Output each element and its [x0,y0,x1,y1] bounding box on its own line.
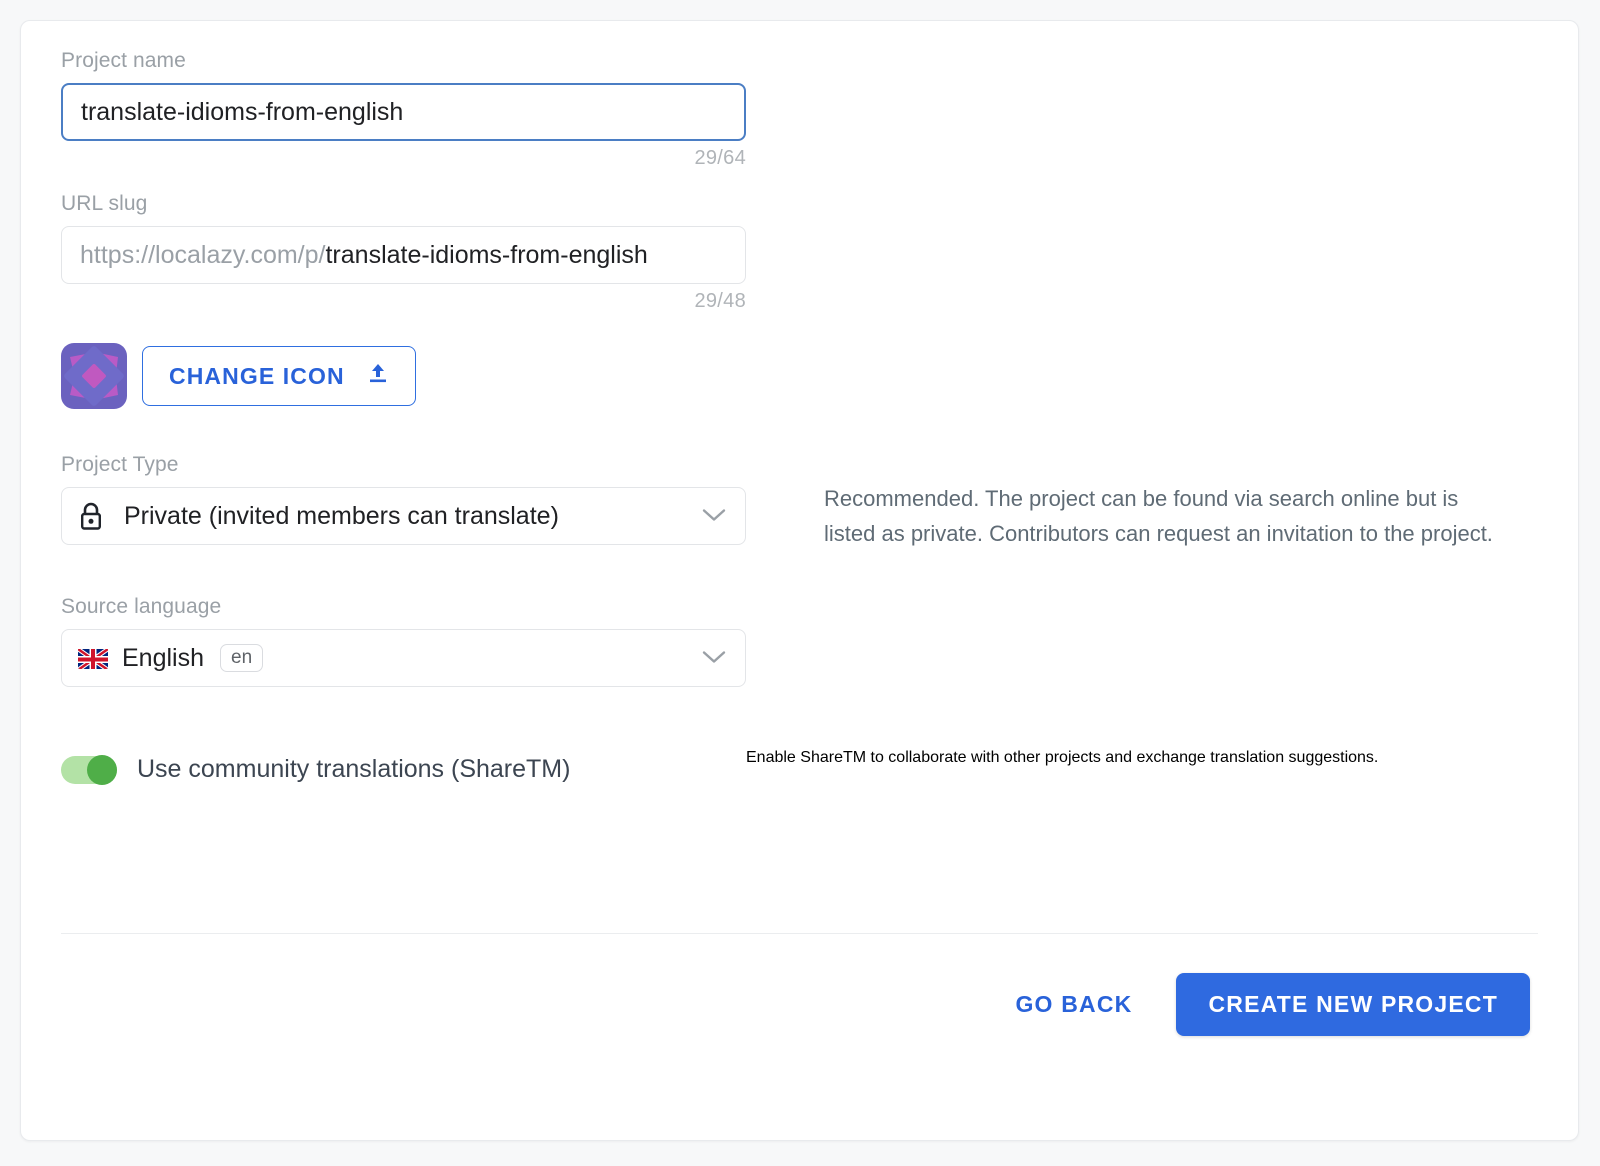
project-name-input[interactable]: translate-idioms-from-english [61,83,746,141]
sharetm-row: Use community translations (ShareTM) Ena… [61,749,1538,784]
url-slug-input[interactable]: https://localazy.com/p/translate-idioms-… [61,226,746,284]
project-name-counter: 29/64 [61,147,746,170]
project-form: Project name translate-idioms-from-engli… [61,49,1538,784]
source-language-value: English [122,644,204,673]
project-icon-preview [61,343,127,409]
go-back-button[interactable]: GO BACK [989,977,1158,1032]
uk-flag-icon [78,648,108,669]
footer-actions: GO BACK CREATE NEW PROJECT [989,973,1530,1036]
url-slug-prefix: https://localazy.com/p/ [80,241,325,270]
project-name-value: translate-idioms-from-english [81,98,403,127]
project-type-label: Project Type [61,453,746,477]
project-type-value: Private (invited members can translate) [124,502,559,531]
chevron-down-icon[interactable] [701,502,727,531]
project-icon-row: CHANGE ICON [61,343,1538,409]
project-name-field-group: Project name translate-idioms-from-engli… [61,49,1538,170]
sharetm-toggle-group: Use community translations (ShareTM) [61,749,746,784]
project-type-row: Project Type Private (invited members ca… [61,453,1538,551]
lock-icon [78,501,104,531]
source-language-label: Source language [61,595,746,619]
project-type-select[interactable]: Private (invited members can translate) [61,487,746,545]
change-icon-label: CHANGE ICON [169,363,345,390]
sharetm-toggle[interactable] [61,756,117,784]
source-language-field-group: Source language English [61,595,746,687]
create-new-project-button[interactable]: CREATE NEW PROJECT [1176,973,1530,1036]
sharetm-description: Enable ShareTM to collaborate with other… [746,749,1378,767]
source-language-select[interactable]: English en [61,629,746,687]
url-slug-label: URL slug [61,192,1538,216]
source-language-row: Source language English [61,595,1538,687]
create-project-card: Project name translate-idioms-from-engli… [20,20,1579,1141]
project-type-description: Recommended. The project can be found vi… [824,453,1504,551]
url-slug-field-group: URL slug https://localazy.com/p/translat… [61,192,1538,313]
sharetm-toggle-knob [87,755,117,785]
footer-divider [61,933,1538,934]
url-slug-value: translate-idioms-from-english [325,241,647,270]
upload-icon [367,362,389,390]
source-language-description [824,595,1504,687]
change-icon-button[interactable]: CHANGE ICON [142,346,416,406]
chevron-down-icon[interactable] [701,644,727,673]
url-slug-counter: 29/48 [61,290,746,313]
project-name-label: Project name [61,49,1538,73]
sharetm-label: Use community translations (ShareTM) [137,755,570,784]
source-language-code-badge: en [220,644,263,672]
project-type-field-group: Project Type Private (invited members ca… [61,453,746,551]
